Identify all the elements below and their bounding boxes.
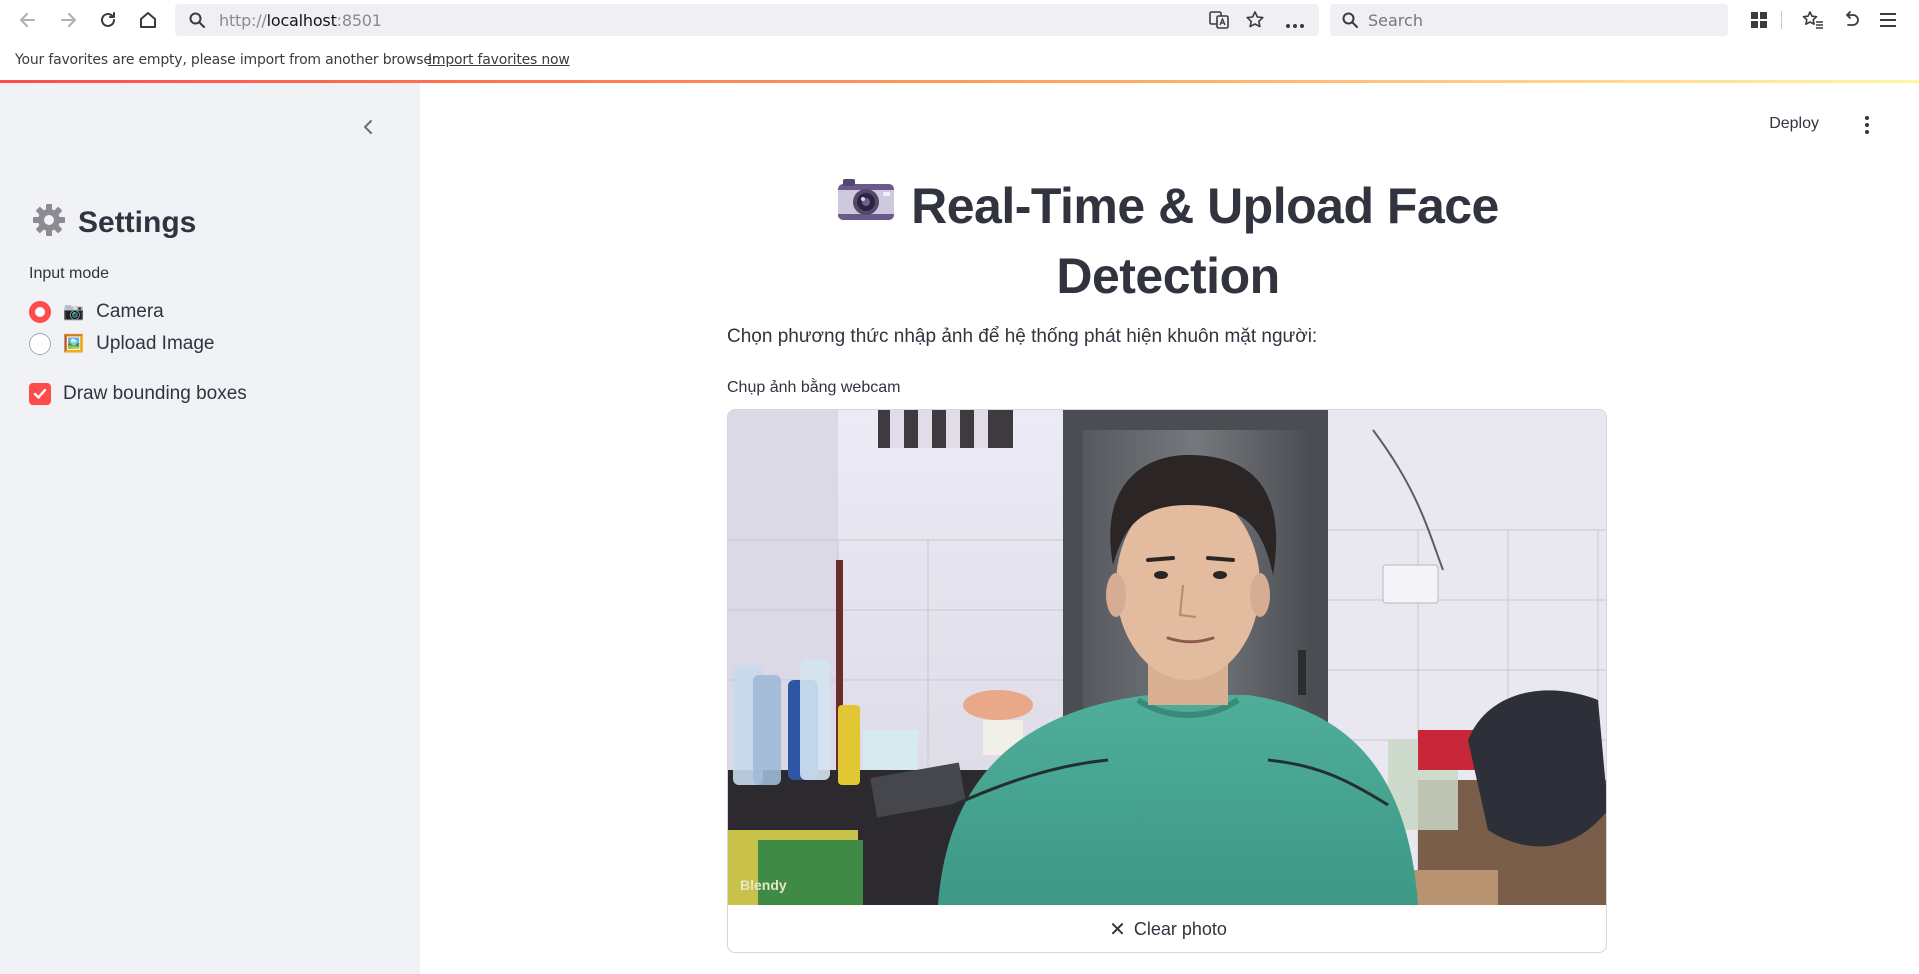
radio-option-label: Camera [96, 301, 164, 322]
camera-icon [837, 171, 895, 237]
camera-input-label: Chụp ảnh bằng webcam [727, 379, 901, 396]
reload-icon[interactable] [94, 6, 122, 34]
browser-toolbar: http://localhost:8501 Search [0, 0, 1919, 40]
search-icon [1342, 12, 1358, 33]
forward-icon[interactable] [54, 6, 82, 34]
bookmark-star-icon[interactable] [1245, 10, 1265, 35]
menu-icon[interactable] [1874, 6, 1902, 34]
sidebar-title: Settings [32, 203, 196, 242]
radio-unselected-icon[interactable] [29, 333, 51, 355]
sidebar-title-text: Settings [78, 205, 197, 239]
home-icon[interactable] [134, 6, 162, 34]
radio-option-upload-image[interactable]: 🖼️ Upload Image [29, 333, 214, 355]
collapse-sidebar-button[interactable] [356, 115, 380, 139]
more-icon[interactable] [1285, 16, 1305, 34]
photo-packaging-text: Blendy [740, 877, 787, 893]
search-icon [189, 12, 205, 33]
sidebar: Settings Input mode 📷 Camera 🖼️ Upload I… [0, 83, 420, 974]
webcam-photo: Blendy [728, 410, 1606, 905]
clear-photo-label: Clear photo [1133, 919, 1227, 939]
back-icon[interactable] [14, 6, 42, 34]
undo-icon[interactable] [1837, 6, 1865, 34]
camera-emoji: 📷 [63, 302, 85, 321]
input-mode-label: Input mode [29, 265, 110, 282]
picture-emoji: 🖼️ [63, 334, 85, 353]
translate-icon[interactable] [1209, 11, 1229, 34]
clear-photo-button[interactable]: ✕ Clear photo [728, 905, 1606, 952]
webcam-photo-image: Blendy [728, 410, 1606, 905]
deploy-button[interactable]: Deploy [1769, 115, 1819, 133]
page-title: Real-Time & Upload Face Detection [728, 173, 1608, 309]
favorites-bar: Your favorites are empty, please import … [0, 40, 1919, 80]
radio-option-camera[interactable]: 📷 Camera [29, 301, 164, 323]
url-text: http://localhost:8501 [219, 11, 382, 30]
radio-option-label: Upload Image [96, 333, 215, 354]
extensions-grid-icon[interactable] [1745, 6, 1773, 34]
description-text: Chọn phương thức nhập ảnh để hệ thống ph… [727, 326, 1318, 347]
close-icon: ✕ [1109, 919, 1126, 941]
draw-bounding-boxes-checkbox[interactable]: Draw bounding boxes [29, 383, 247, 405]
page-title-text: Real-Time & Upload Face Detection [911, 178, 1499, 304]
main-menu-icon[interactable] [1855, 113, 1879, 137]
chevron-left-icon [364, 120, 372, 134]
gear-icon [32, 203, 66, 242]
checkbox-label: Draw bounding boxes [63, 383, 247, 404]
main-content: Deploy Real-Time & Upload Face Detection… [420, 83, 1919, 974]
search-placeholder: Search [1368, 11, 1423, 30]
favorites-icon[interactable] [1799, 6, 1827, 34]
checkbox-checked-icon[interactable] [29, 383, 51, 405]
toolbar-separator [1781, 11, 1782, 29]
import-favorites-link[interactable]: Import favorites now [428, 52, 570, 68]
address-bar[interactable]: http://localhost:8501 [175, 4, 1319, 36]
camera-input: Blendy ✕ Clear photo [727, 409, 1607, 953]
radio-selected-icon[interactable] [29, 301, 51, 323]
favorites-message: Your favorites are empty, please import … [15, 52, 441, 68]
search-bar[interactable]: Search [1330, 4, 1728, 36]
